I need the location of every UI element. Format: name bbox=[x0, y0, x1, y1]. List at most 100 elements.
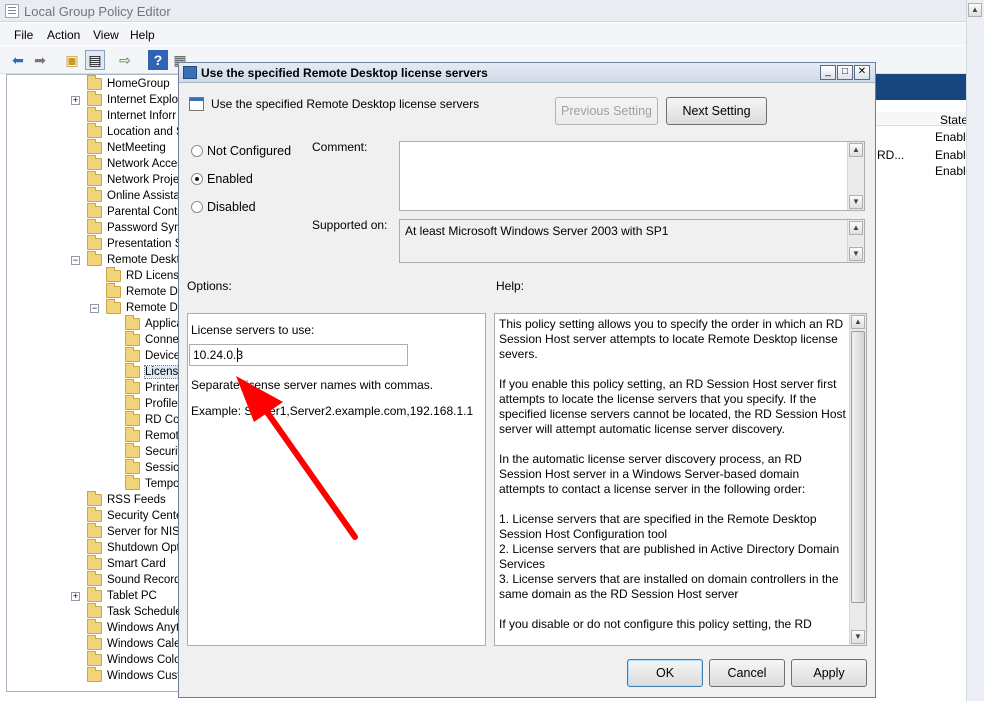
separator-hint: Separate license server names with comma… bbox=[191, 378, 434, 392]
supported-on-label: Supported on: bbox=[312, 218, 388, 232]
disabled-label[interactable]: Disabled bbox=[207, 200, 256, 214]
tree-node[interactable]: Securit bbox=[7, 443, 181, 461]
enabled-radio[interactable] bbox=[191, 173, 203, 185]
tree-node[interactable]: RD Licensin bbox=[7, 267, 180, 285]
apply-button[interactable]: Apply bbox=[791, 659, 867, 687]
setting-row-partial[interactable]: RD... bbox=[877, 148, 904, 162]
tree-node-label: Parental Contr bbox=[107, 206, 181, 218]
collapse-icon[interactable]: − bbox=[90, 304, 99, 313]
previous-setting-button[interactable]: Previous Setting bbox=[555, 97, 658, 125]
tree-node-label: Licensi bbox=[144, 365, 181, 379]
tree-node-label: HomeGroup bbox=[107, 78, 170, 90]
scroll-down-arrow-icon[interactable]: ▼ bbox=[849, 247, 863, 261]
help-scroll-thumb[interactable] bbox=[851, 331, 865, 603]
policy-dialog-icon bbox=[183, 66, 197, 79]
folder-icon bbox=[87, 75, 102, 90]
tree-node-label: Smart Card bbox=[107, 558, 166, 570]
tree-node-label: Session bbox=[145, 462, 180, 474]
tree-node-label: Windows Caler bbox=[107, 638, 181, 650]
license-servers-input[interactable]: 10.24.0.3 bbox=[189, 344, 408, 366]
tree-node[interactable]: Session bbox=[7, 459, 180, 477]
tree-node-label: Profiles bbox=[145, 398, 181, 410]
tree-node[interactable]: − Remote De bbox=[7, 299, 181, 317]
tree-node[interactable]: Profiles bbox=[7, 395, 181, 413]
tree-node[interactable]: Device bbox=[7, 347, 181, 365]
main-window-title: Local Group Policy Editor bbox=[24, 4, 171, 19]
folder-icon bbox=[87, 171, 102, 186]
tree-node-label: Applica bbox=[145, 318, 181, 330]
tree-node[interactable]: Licensi bbox=[7, 363, 181, 381]
tree-node[interactable]: Remote De bbox=[7, 283, 180, 301]
menu-file[interactable]: File bbox=[14, 28, 33, 42]
tree-node-label: Remote De bbox=[126, 302, 181, 314]
tree-node-label: Device bbox=[145, 350, 181, 362]
scroll-down-arrow-icon[interactable]: ▼ bbox=[849, 195, 863, 209]
tree-node-label: Online Assistar bbox=[107, 190, 181, 202]
export-list-icon[interactable]: ⇨ bbox=[115, 50, 135, 70]
folder-icon bbox=[125, 347, 140, 362]
tree-node-label: Internet Inforr bbox=[107, 110, 177, 122]
supported-on-value: At least Microsoft Windows Server 2003 w… bbox=[405, 224, 669, 238]
example-text: Example: Server1,Server2.example.com,192… bbox=[191, 404, 474, 418]
collapse-icon[interactable]: − bbox=[71, 256, 80, 265]
scroll-up-arrow-icon[interactable]: ▲ bbox=[849, 221, 863, 235]
folder-icon bbox=[87, 91, 102, 106]
tree-node-label: Conne bbox=[145, 334, 179, 346]
ok-button[interactable]: OK bbox=[627, 659, 703, 687]
back-arrow-icon[interactable]: ⬅ bbox=[8, 50, 28, 70]
expand-icon[interactable]: + bbox=[71, 592, 80, 601]
tree-node[interactable]: Remote bbox=[7, 427, 180, 445]
up-folder-icon[interactable]: ▣ bbox=[62, 50, 82, 70]
comment-scrollbar[interactable]: ▲ ▼ bbox=[847, 142, 864, 210]
forward-arrow-icon[interactable]: ➡ bbox=[30, 50, 50, 70]
tree-node-label: Printer bbox=[145, 382, 179, 394]
next-setting-button[interactable]: Next Setting bbox=[666, 97, 767, 125]
folder-icon bbox=[125, 331, 140, 346]
menu-action[interactable]: Action bbox=[47, 28, 80, 42]
tree-node[interactable]: RD Cor bbox=[7, 411, 180, 429]
folder-icon bbox=[87, 251, 102, 266]
folder-icon bbox=[106, 283, 121, 298]
folder-icon bbox=[87, 235, 102, 250]
license-servers-label: License servers to use: bbox=[191, 323, 315, 337]
not-configured-radio[interactable] bbox=[191, 145, 203, 157]
folder-icon bbox=[125, 443, 140, 458]
tree-node[interactable]: Conne bbox=[7, 331, 180, 349]
folder-icon bbox=[87, 651, 102, 666]
minimize-button[interactable]: _ bbox=[820, 65, 836, 80]
scroll-up-arrow-icon[interactable]: ▲ bbox=[851, 315, 865, 329]
maximize-button[interactable]: □ bbox=[837, 65, 853, 80]
disabled-radio[interactable] bbox=[191, 201, 203, 213]
close-button[interactable]: ✕ bbox=[854, 65, 870, 80]
menu-help[interactable]: Help bbox=[130, 28, 155, 42]
comment-textarea[interactable]: ▲ ▼ bbox=[399, 141, 865, 211]
tree-node-label: Network Acces bbox=[107, 158, 181, 170]
menu-view[interactable]: View bbox=[93, 28, 119, 42]
main-vertical-scrollbar[interactable]: ▲ bbox=[966, 0, 984, 701]
scroll-up-arrow-icon[interactable]: ▲ bbox=[849, 143, 863, 157]
tree-node[interactable]: − Remote Deskto bbox=[7, 251, 180, 269]
tree-node[interactable]: Windows Custo bbox=[7, 667, 180, 685]
tree-node-label: Securit bbox=[145, 446, 181, 458]
show-hide-tree-icon[interactable]: ▤ bbox=[85, 50, 105, 70]
folder-icon bbox=[87, 219, 102, 234]
tree-node-label: Internet Explor bbox=[107, 94, 181, 106]
expand-icon[interactable]: + bbox=[71, 96, 80, 105]
scroll-down-arrow-icon[interactable]: ▼ bbox=[851, 630, 865, 644]
state-column-header[interactable]: State bbox=[940, 113, 968, 127]
tree-node[interactable]: Applica bbox=[7, 315, 181, 333]
help-paragraph: If you disable or do not configure this … bbox=[499, 617, 812, 631]
group-policy-app-icon bbox=[5, 4, 19, 18]
enabled-label[interactable]: Enabled bbox=[207, 172, 253, 186]
help-scrollbar[interactable]: ▲ ▼ bbox=[849, 314, 866, 645]
help-icon[interactable]: ? bbox=[148, 50, 168, 70]
supported-scrollbar[interactable]: ▲ ▼ bbox=[847, 220, 864, 262]
not-configured-label[interactable]: Not Configured bbox=[207, 144, 291, 158]
cancel-button[interactable]: Cancel bbox=[709, 659, 785, 687]
scroll-up-arrow-icon[interactable]: ▲ bbox=[968, 3, 982, 17]
supported-on-field: At least Microsoft Windows Server 2003 w… bbox=[399, 219, 865, 263]
tree-node[interactable]: Printer bbox=[7, 379, 180, 397]
help-label: Help: bbox=[496, 279, 525, 293]
folder-icon bbox=[87, 123, 102, 138]
settings-header-banner bbox=[875, 74, 970, 100]
